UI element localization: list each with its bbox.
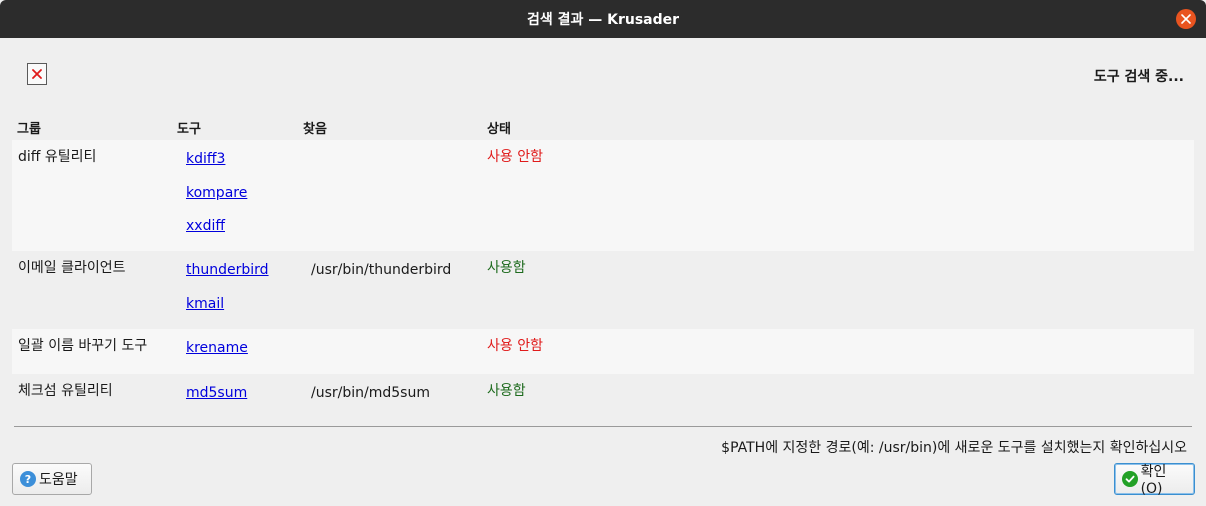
search-status-text: 도구 검색 중... [1093, 69, 1184, 85]
column-header-state: 상태 [487, 122, 511, 137]
column-header-group: 그룹 [17, 122, 41, 137]
group-cell: diff 유틸리티 [18, 149, 97, 165]
group-cell: 이메일 클라이언트 [18, 260, 126, 276]
state-cell: 사용 안함 [487, 338, 543, 354]
table-row: 일괄 이름 바꾸기 도구 krename 사용 안함 [12, 329, 1194, 374]
table-row: 이메일 클라이언트 thunderbird /usr/bin/thunderbi… [12, 251, 1194, 329]
column-header-tool: 도구 [177, 122, 201, 137]
tool-link-kompare[interactable]: kompare [186, 185, 247, 201]
close-button[interactable] [1176, 9, 1196, 29]
ok-button-label: 확인(O) [1140, 464, 1167, 497]
results-dialog: 도구 검색 중... 그룹 도구 찾음 상태 diff 유틸리티 kdiff3 … [0, 38, 1206, 506]
tool-link-kmail[interactable]: kmail [186, 296, 224, 312]
found-path-cell: /usr/bin/thunderbird [311, 262, 452, 278]
separator [14, 426, 1192, 427]
group-cell: 체크섬 유틸리티 [18, 383, 113, 399]
tool-link-xxdiff[interactable]: xxdiff [186, 218, 225, 234]
group-cell: 일괄 이름 바꾸기 도구 [18, 338, 148, 354]
tool-link-krename[interactable]: krename [186, 340, 248, 356]
table-row: diff 유틸리티 kdiff3 kompare xxdiff 사용 안함 [12, 140, 1194, 251]
title-bar: 검색 결과 — Krusader [0, 0, 1206, 38]
state-cell: 사용함 [487, 260, 526, 276]
tool-link-md5sum[interactable]: md5sum [186, 385, 247, 401]
help-button[interactable]: ? 도움말 [12, 463, 92, 495]
table-header: 그룹 도구 찾음 상태 [0, 118, 1206, 138]
check-circle-icon [1122, 471, 1138, 487]
tool-link-kdiff3[interactable]: kdiff3 [186, 151, 225, 167]
help-button-label: 도움말 [39, 472, 78, 488]
found-path-cell: /usr/bin/md5sum [311, 385, 430, 401]
ok-button[interactable]: 확인(O) [1114, 463, 1195, 497]
state-cell: 사용 안함 [487, 149, 543, 165]
tool-link-thunderbird[interactable]: thunderbird [186, 262, 269, 278]
column-header-found: 찾음 [303, 122, 327, 137]
state-cell: 사용함 [487, 383, 526, 399]
path-hint-text: $PATH에 지정한 경로(예: /usr/bin)에 새로운 도구를 설치했는… [721, 440, 1187, 456]
results-table: diff 유틸리티 kdiff3 kompare xxdiff 사용 안함 이메… [12, 140, 1194, 419]
close-icon [1181, 14, 1191, 24]
error-cross-icon [27, 63, 47, 85]
window-title: 검색 결과 — Krusader [526, 12, 680, 28]
help-icon: ? [20, 471, 36, 487]
table-row: 체크섬 유틸리티 md5sum /usr/bin/md5sum 사용함 [12, 374, 1194, 419]
